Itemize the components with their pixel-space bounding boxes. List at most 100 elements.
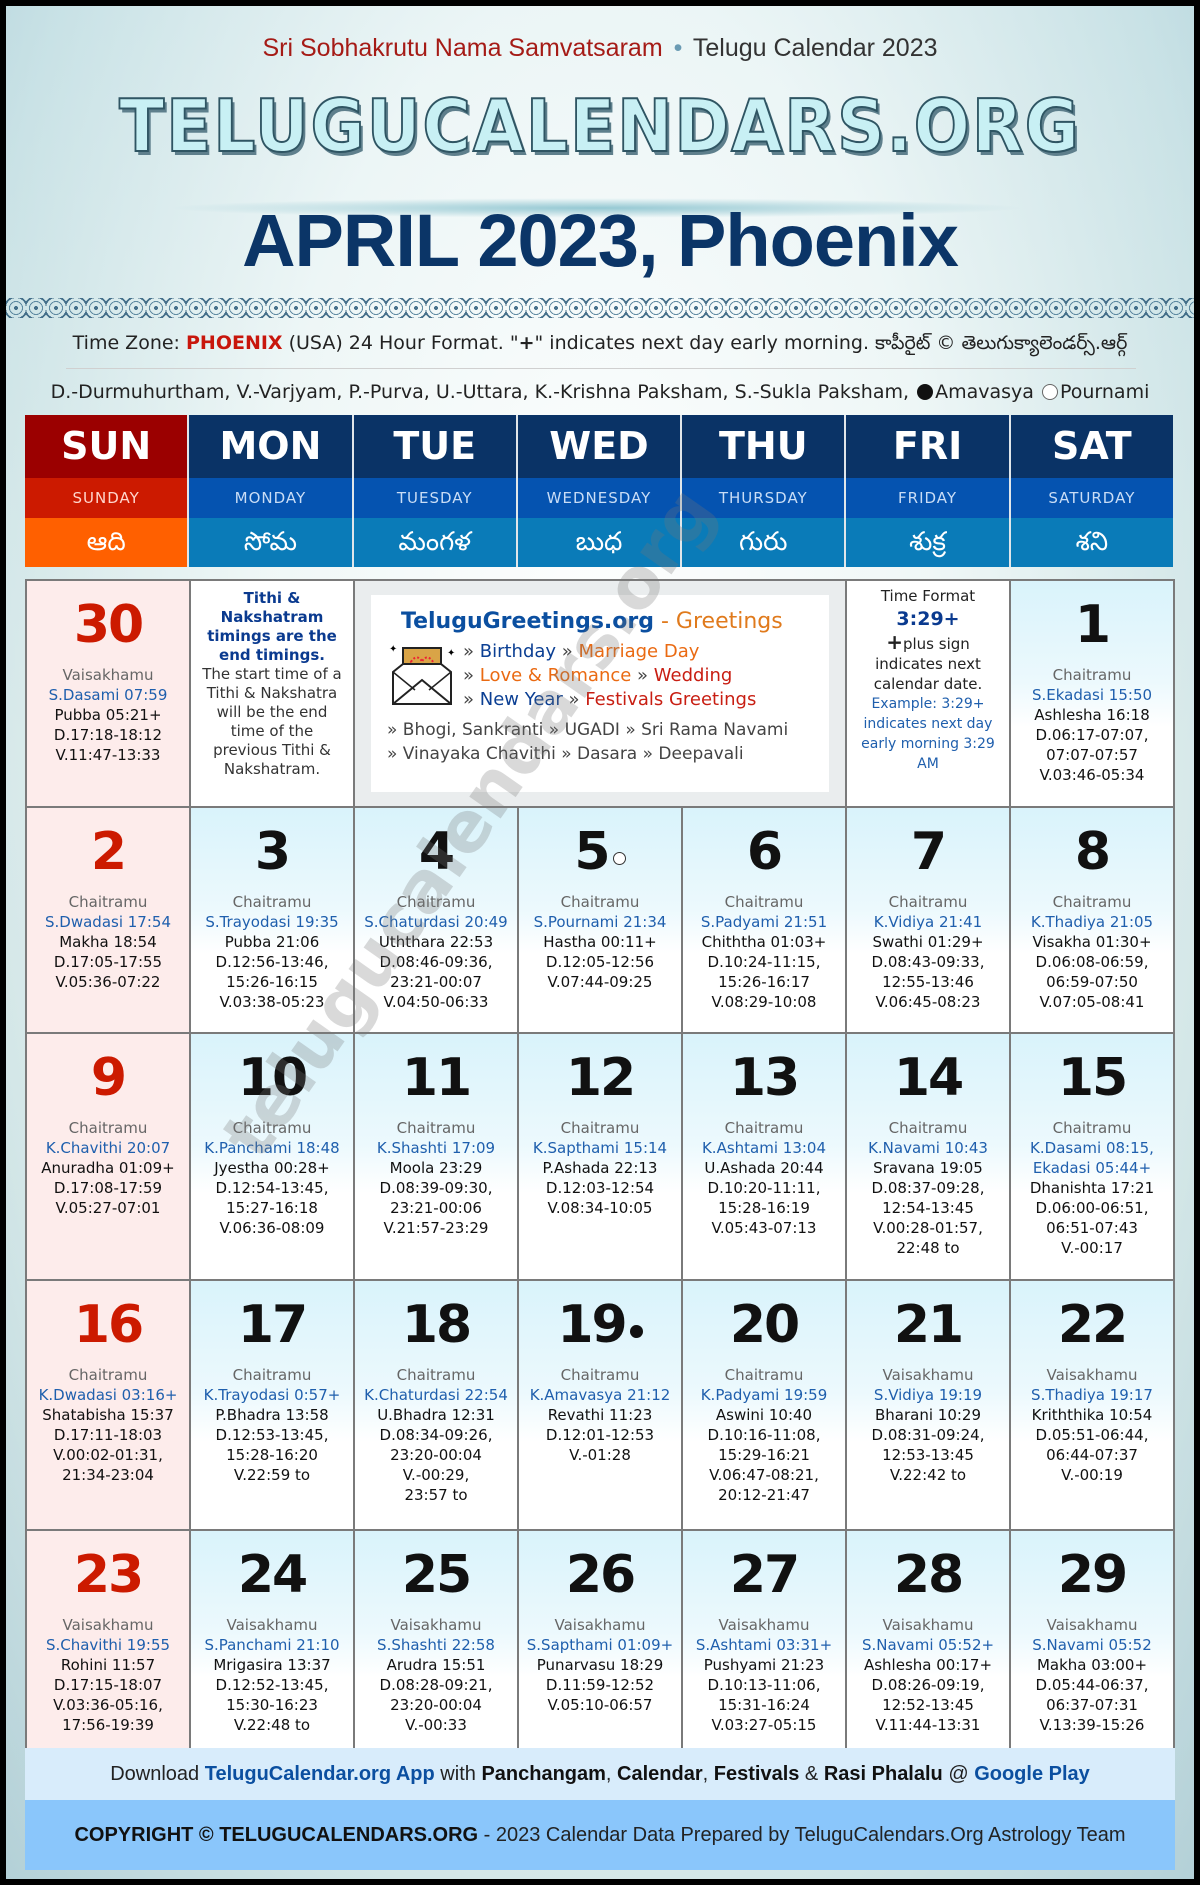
greetings-site-title[interactable]: TeluguGreetings.org - Greetings (401, 609, 813, 634)
day-cell[interactable]: 19 Chaitramu K.Amavasya 21:12 Revathi 11:23… (519, 1281, 681, 1529)
day-cell[interactable]: 6 Chaitramu S.Padyami 21:51 Chiththa 01:03+… (683, 808, 845, 1032)
festival-links[interactable]: » Vinayaka Chavithi » Dasara » Deepavali (387, 742, 813, 766)
time-format-note: Time Format 3:29+ +plus sign indicates nex… (847, 581, 1009, 806)
panchang-detail: Hastha 00:11+ (543, 933, 657, 951)
day-number-text: 12 (565, 1048, 636, 1108)
day-cell[interactable]: 2 Chaitramu S.Dwadasi 17:54 Makha 18:54 D.17… (27, 808, 189, 1032)
day-cell[interactable]: 22 Vaisakhamu S.Thadiya 19:17 Kriththika 10… (1011, 1281, 1173, 1529)
panchang-detail: D.10:16-11:08, (707, 1426, 821, 1444)
day-number: 26 (519, 1531, 681, 1605)
greetings-link[interactable]: Marriage Day (579, 641, 700, 662)
panchang-detail: 21:34-23:04 (62, 1466, 154, 1484)
day-number: 11 (355, 1034, 517, 1108)
panchang-detail: Ashlesha 00:17+ (863, 1656, 993, 1674)
panchang-detail: D.06:08-06:59, (1035, 953, 1149, 971)
day-cell[interactable]: 9 Chaitramu K.Chavithi 20:07 Anuradha 01:09… (27, 1034, 189, 1279)
panchang-detail: Anuradha 01:09+ (41, 1159, 175, 1177)
day-number-text: 6 (746, 822, 783, 882)
panchang-detail: 17:56-19:39 (62, 1716, 154, 1734)
day-cell[interactable]: 8 Chaitramu K.Thadiya 21:05 Visakha 01:30+ D… (1011, 808, 1173, 1032)
day-cell[interactable]: 3 Chaitramu S.Trayodasi 19:35 Pubba 21:06 D.… (191, 808, 353, 1032)
tithi-note-text: The start time of a Tithi & Nakshatra wi… (202, 665, 342, 778)
tithi-timing: K.Vidiya 21:41 (873, 913, 983, 931)
tithi-note: Tithi & Nakshatram timings are the end t… (191, 581, 353, 806)
day-number: 22 (1011, 1281, 1173, 1355)
day-cell[interactable]: 26 Vaisakhamu S.Sapthami 01:09+ Punarvasu 1… (519, 1531, 681, 1756)
panchang-detail: V.22:48 to (233, 1716, 311, 1734)
panchang-detail: D.06:17-07:07, (1035, 726, 1149, 744)
tithi-timing: S.Chavithi 19:55 (45, 1636, 171, 1654)
weekday-abbr: FRI (846, 415, 1009, 478)
day-cell[interactable]: 11 Chaitramu K.Shashti 17:09 Moola 23:29 D.0… (355, 1034, 517, 1279)
greetings-link[interactable]: Birthday (480, 641, 556, 662)
festival-links[interactable]: » Bhogi, Sankranti » UGADI » Sri Rama Na… (387, 718, 813, 742)
day-number-text: 30 (73, 595, 144, 655)
day-cell[interactable]: 16 Chaitramu K.Dwadasi 03:16+ Shatabisha 15… (27, 1281, 189, 1529)
greetings-link[interactable]: New Year (480, 689, 563, 710)
panchang-detail: D.17:18-18:12 (53, 726, 163, 744)
telugu-month: Chaitramu (560, 1119, 640, 1137)
panchang-detail: 06:59-07:50 (1046, 973, 1138, 991)
panchang-detail: Revathi 11:23 (547, 1406, 653, 1424)
weekday-abbr: SAT (1010, 415, 1173, 478)
telugu-month: Chaitramu (68, 1366, 148, 1384)
day-number: 17 (191, 1281, 353, 1355)
app-link[interactable]: TeluguCalendar.org App (205, 1763, 435, 1785)
day-cell[interactable]: 13 Chaitramu K.Ashtami 13:04 U.Ashada 20:44… (683, 1034, 845, 1279)
day-cell[interactable]: 18 Chaitramu K.Chaturdasi 22:54 U.Bhadra 12… (355, 1281, 517, 1529)
telugu-month: Vaisakhamu (882, 1366, 974, 1384)
day-cell[interactable]: 1 Chaitramu S.Ekadasi 15:50 Ashlesha 16:18 D… (1011, 581, 1173, 806)
day-cell[interactable]: 28 Vaisakhamu S.Navami 05:52+ Ashlesha 00:1… (847, 1531, 1009, 1756)
tithi-timing: S.Pournami 21:34 (533, 913, 667, 931)
day-number-text: 24 (237, 1545, 308, 1605)
day-number-text: 3 (254, 822, 291, 882)
separator: , (702, 1763, 714, 1785)
weekday-abbr: MON (189, 415, 352, 478)
weekday-abbr: TUE (353, 415, 516, 478)
site-logo[interactable]: TELUGUCALENDARS.ORG (54, 83, 1147, 169)
day-number: 27 (683, 1531, 845, 1605)
day-cell[interactable]: 30 Vaisakhamu S.Dasami 07:59 Pubba 05:21+ D.… (27, 581, 189, 806)
day-cell[interactable]: 27 Vaisakhamu S.Ashtami 03:31+ Pushyami 21:… (683, 1531, 845, 1756)
day-number-text: 10 (237, 1048, 308, 1108)
panchang-detail: 23:21-00:07 (390, 973, 482, 991)
day-cell[interactable]: 15 Chaitramu K.Dasami 08:15, Ekadasi 05:44+… (1011, 1034, 1173, 1279)
day-cell[interactable]: 24 Vaisakhamu S.Panchami 21:10 Mrigasira 13… (191, 1531, 353, 1756)
day-cell[interactable]: 17 Chaitramu K.Trayodasi 0:57+ P.Bhadra 13:… (191, 1281, 353, 1529)
greetings-link[interactable]: Love & Romance (480, 665, 632, 686)
panchang-detail: Pubba 05:21+ (54, 706, 162, 724)
tithi-timing: K.Dasami 08:15, (1030, 1139, 1154, 1157)
google-play-link[interactable]: Google Play (974, 1763, 1090, 1785)
day-cell[interactable]: 29 Vaisakhamu S.Navami 05:52 Makha 03:00+ D.… (1011, 1531, 1173, 1756)
greetings-promo-box[interactable]: TeluguGreetings.org - Greetings ✦ ✦» Birth… (371, 595, 829, 792)
day-cell[interactable]: 23 Vaisakhamu S.Chavithi 19:55 Rohini 11:57… (27, 1531, 189, 1756)
day-cell[interactable]: 10 Chaitramu K.Panchami 18:48 Jyestha 00:28… (191, 1034, 353, 1279)
day-number: 10 (191, 1034, 353, 1108)
copyright-title: COPYRIGHT © TELUGUCALENDARS.ORG (74, 1824, 479, 1846)
panchang-detail: 12:53-13:45 (882, 1446, 974, 1464)
feature-calendar: Calendar (617, 1763, 703, 1785)
day-cell[interactable]: 20 Chaitramu K.Padyami 19:59 Aswini 10:40 D.… (683, 1281, 845, 1529)
greetings-link[interactable]: Wedding (654, 665, 733, 686)
panchang-detail: D.08:43-09:33, (871, 953, 985, 971)
calendar-year-label: Telugu Calendar 2023 (692, 34, 938, 62)
day-cell[interactable]: 14 Chaitramu K.Navami 10:43 Sravana 19:05 D.… (847, 1034, 1009, 1279)
day-cell[interactable]: 21 Vaisakhamu S.Vidiya 19:19 Bharani 10:29 D… (847, 1281, 1009, 1529)
day-cell[interactable]: 4 Chaitramu S.Chaturdasi 20:49 Uththara 22:… (355, 808, 517, 1032)
greetings-site-name[interactable]: TeluguGreetings.org (401, 609, 654, 634)
greetings-link[interactable]: Festivals Greetings (585, 689, 756, 710)
day-cell[interactable]: 5 Chaitramu S.Pournami 21:34 Hastha 00:11+ D… (519, 808, 681, 1032)
copyright-bar: COPYRIGHT © TELUGUCALENDARS.ORG - 2023 C… (25, 1800, 1175, 1870)
separator: » (562, 689, 586, 710)
day-cell[interactable]: 25 Vaisakhamu S.Shashti 22:58 Arudra 15:51 D… (355, 1531, 517, 1756)
separator: » (463, 641, 480, 662)
greetings-link-line: » Birthday » Marriage Day (463, 640, 756, 664)
day-cell[interactable]: 7 Chaitramu K.Vidiya 21:41 Swathi 01:29+ D.0… (847, 808, 1009, 1032)
panchang-detail: D.05:44-06:37, (1035, 1676, 1149, 1694)
day-cell[interactable]: 12 Chaitramu K.Sapthami 15:14 P.Ashada 22:1… (519, 1034, 681, 1279)
weekday-telugu-name: మంగళ (353, 518, 516, 567)
telugu-month: Chaitramu (232, 893, 312, 911)
weekday-full-name: WEDNESDAY (517, 478, 681, 518)
panchang-detail: D.12:53-13:45, (215, 1426, 329, 1444)
panchang-detail: D.06:00-06:51, (1035, 1199, 1149, 1217)
